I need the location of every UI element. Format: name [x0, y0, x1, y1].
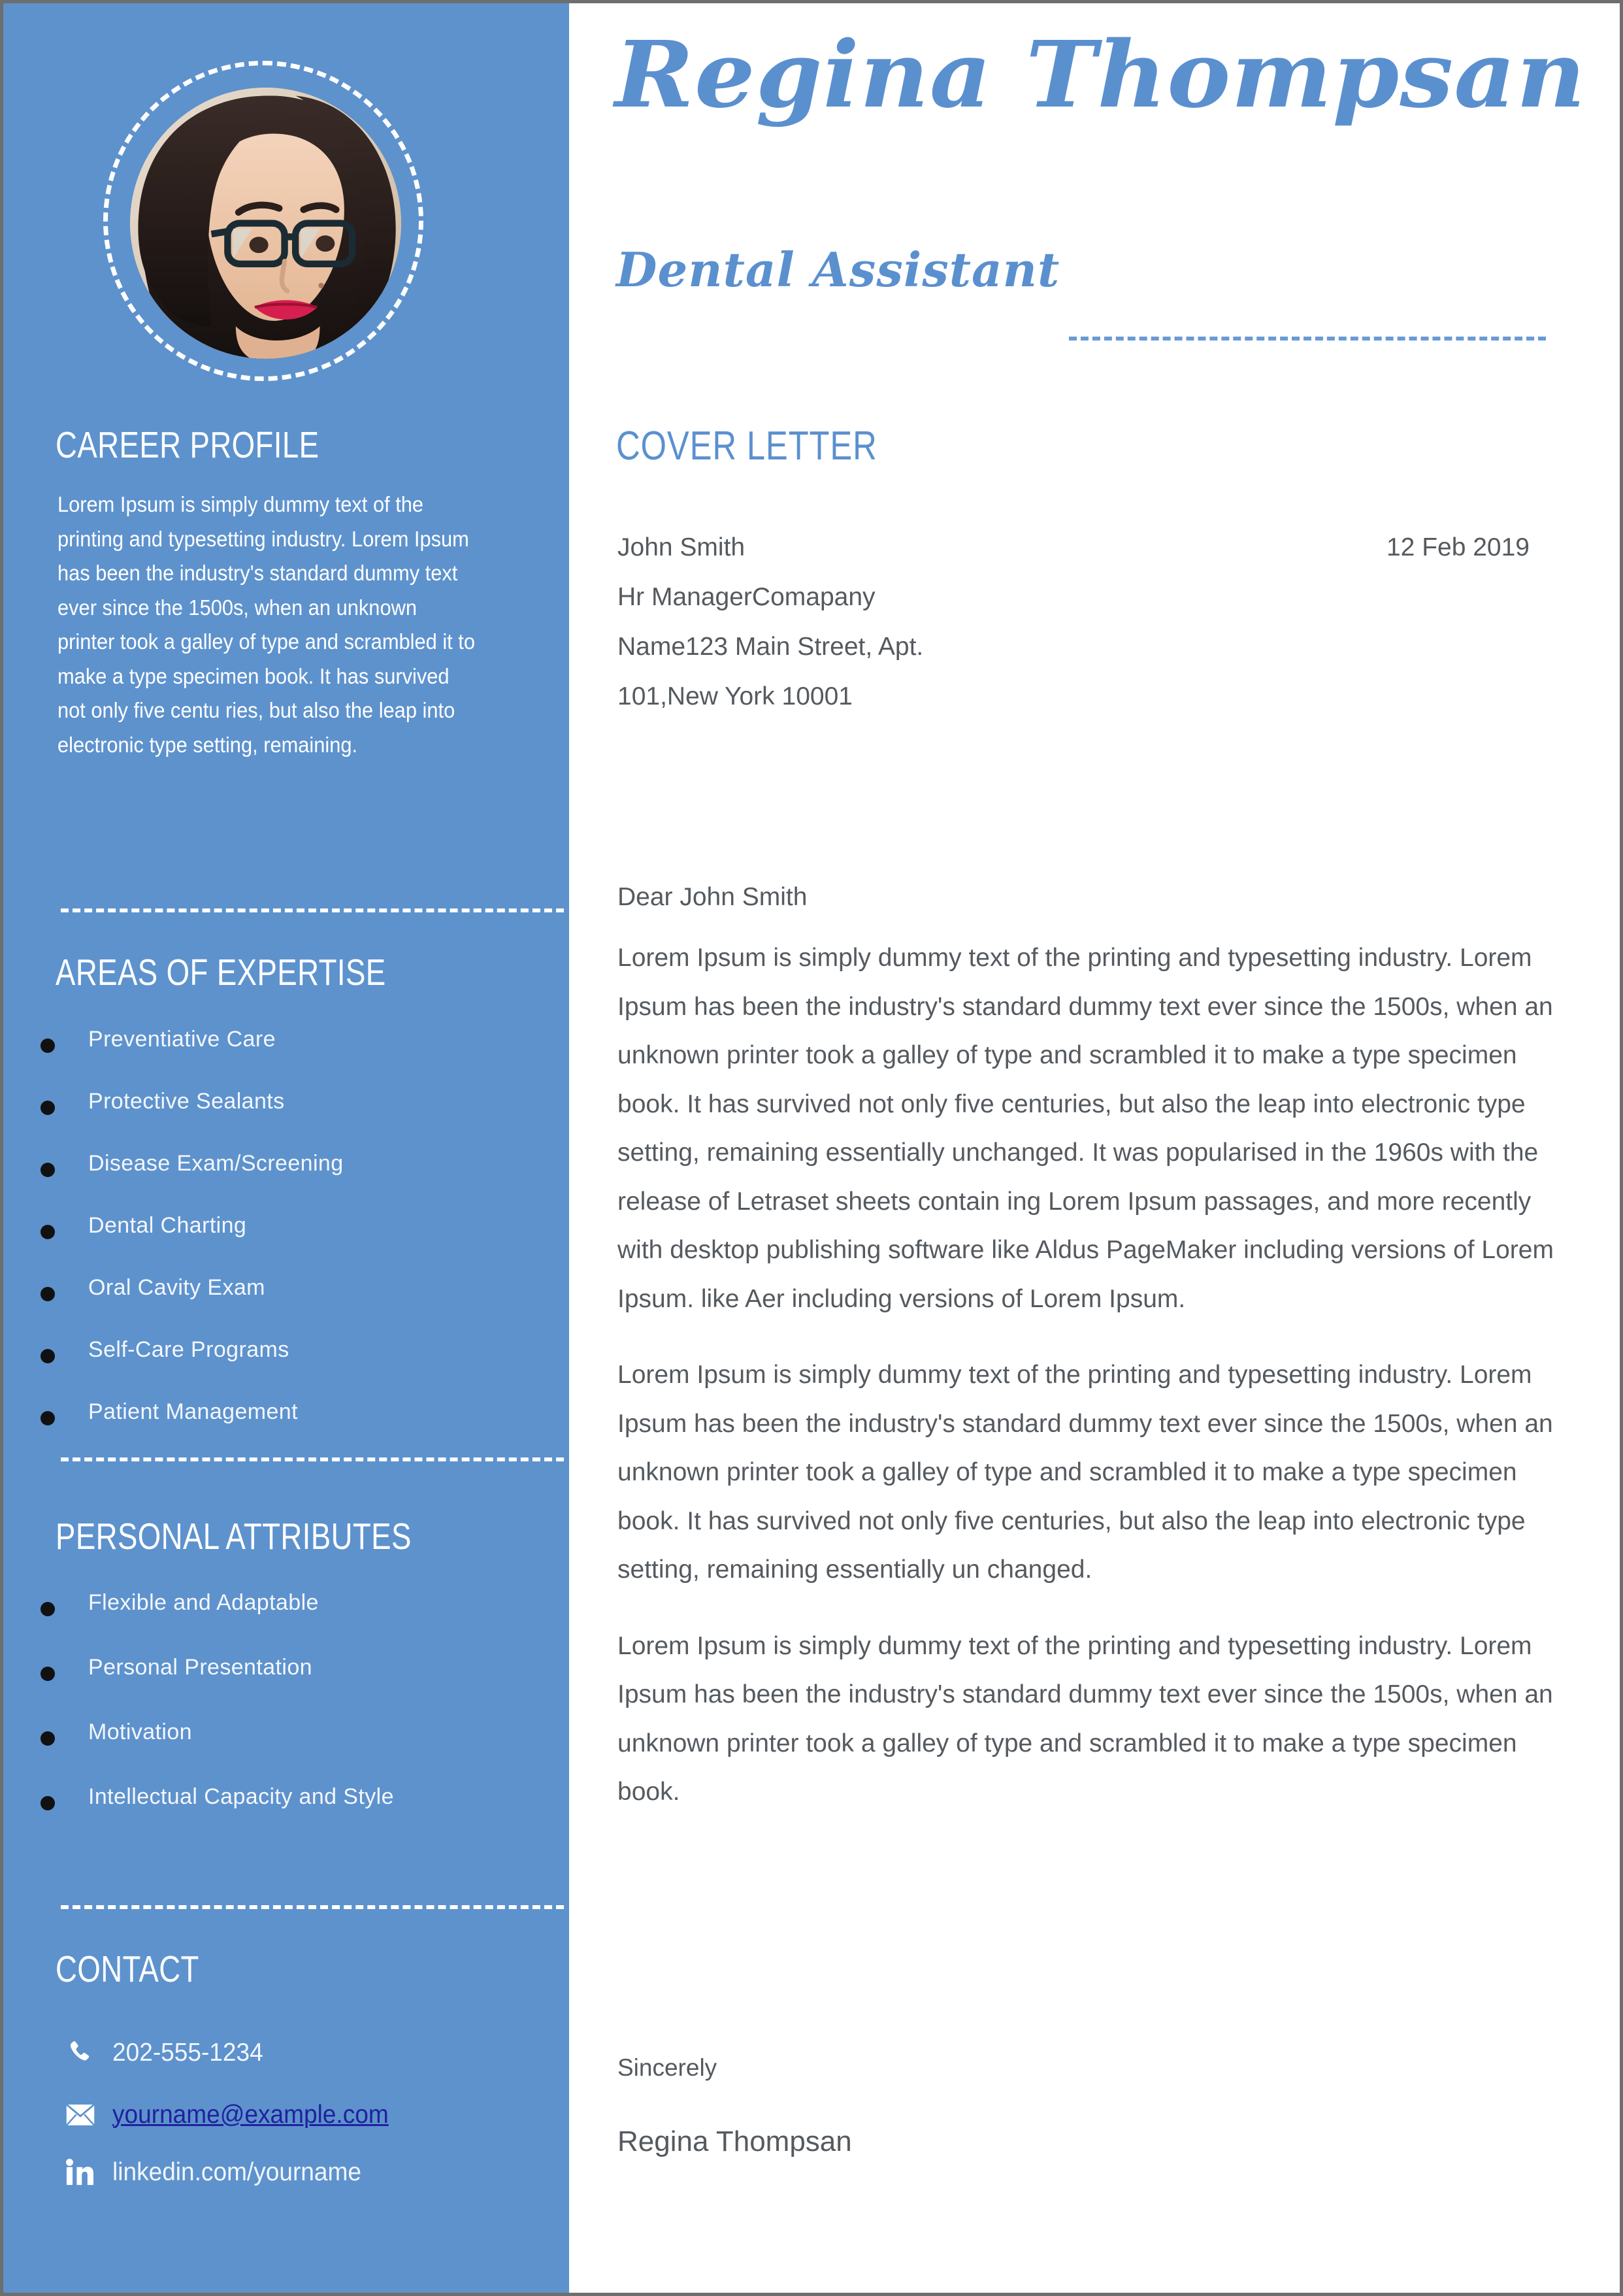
areas-of-expertise-list: Preventiative Care Protective Sealants Dis…	[3, 1020, 569, 1455]
job-title: Dental Assistant	[616, 242, 1060, 297]
profile-photo-illustration	[130, 88, 401, 359]
recipient-line: Hr ManagerComapany	[617, 583, 876, 611]
list-item: Flexible and Adaptable	[3, 1584, 569, 1648]
recipient-line: John Smith	[617, 533, 746, 561]
list-item-label: Motivation	[88, 1720, 192, 1744]
resume-cover-letter-page: CAREER PROFILE Lorem Ipsum is simply dum…	[0, 0, 1623, 2296]
list-item: Patient Management	[3, 1393, 569, 1455]
list-item: Self-Care Programs	[3, 1331, 569, 1393]
career-profile-heading: CAREER PROFILE	[56, 424, 320, 466]
sidebar: CAREER PROFILE Lorem Ipsum is simply dum…	[3, 3, 569, 2293]
recipient-line: Name123 Main Street, Apt.	[617, 633, 924, 661]
bullet-icon	[41, 1287, 55, 1301]
bullet-icon	[41, 1039, 55, 1053]
list-item-label: Personal Presentation	[88, 1655, 312, 1680]
career-profile-text: Lorem Ipsum is simply dummy text of the …	[57, 493, 476, 757]
areas-of-expertise-heading: AREAS OF EXPERTISE	[56, 952, 386, 993]
list-item-label: Self-Care Programs	[88, 1337, 289, 1362]
email-link[interactable]: yourname@example.com	[112, 2101, 389, 2129]
list-item-label: Preventiative Care	[88, 1027, 276, 1052]
list-item: Oral Cavity Exam	[3, 1269, 569, 1331]
divider-after-profile	[61, 908, 564, 912]
job-title-rule	[1069, 337, 1546, 341]
list-item-label: Flexible and Adaptable	[88, 1590, 319, 1615]
bullet-icon	[41, 1796, 55, 1810]
list-item-label: Patient Management	[88, 1399, 298, 1424]
bullet-icon	[41, 1602, 55, 1616]
list-item-label: Protective Sealants	[88, 1089, 285, 1114]
main-content: Regina Thompsan Dental Assistant COVER L…	[569, 3, 1620, 2293]
list-item: Personal Presentation	[3, 1648, 569, 1713]
linkedin-icon	[65, 2155, 99, 2189]
divider-after-attributes	[61, 1905, 564, 1909]
contact-heading: CONTACT	[56, 1948, 199, 1990]
letter-paragraph: Lorem Ipsum is simply dummy text of the …	[617, 1631, 1553, 1806]
list-item-label: Dental Charting	[88, 1213, 247, 1238]
page-title: Regina Thompsan	[615, 22, 1586, 129]
recipient-address: John Smith Hr ManagerComapany Name123 Main…	[617, 523, 923, 722]
envelope-icon	[65, 2098, 99, 2132]
recipient-line: 101,New York 10001	[617, 682, 853, 710]
bullet-icon	[41, 1411, 55, 1425]
list-item: Disease Exam/Screening	[3, 1144, 569, 1206]
divider-after-expertise	[61, 1457, 564, 1461]
list-item: Motivation	[3, 1713, 569, 1778]
bullet-icon	[41, 1731, 55, 1746]
linkedin-handle: linkedin.com/yourname	[112, 2158, 361, 2186]
bullet-icon	[41, 1225, 55, 1239]
bullet-icon	[41, 1163, 55, 1177]
list-item: Intellectual Capacity and Style	[3, 1778, 569, 1842]
list-item-label: Intellectual Capacity and Style	[88, 1784, 394, 1809]
list-item: Preventiative Care	[3, 1020, 569, 1082]
bullet-icon	[41, 1101, 55, 1115]
list-item-label: Oral Cavity Exam	[88, 1275, 265, 1300]
bullet-icon	[41, 1667, 55, 1681]
bullet-icon	[41, 1349, 55, 1363]
list-item-label: Disease Exam/Screening	[88, 1151, 344, 1176]
letter-paragraph: Lorem Ipsum is simply dummy text of the …	[617, 944, 1554, 1313]
phone-icon	[65, 2036, 99, 2070]
letter-date: 12 Feb 2019	[1386, 533, 1530, 561]
phone-number: 202-555-1234	[112, 2038, 263, 2067]
list-item: Dental Charting	[3, 1206, 569, 1269]
personal-attributes-list: Flexible and Adaptable Personal Presentat…	[3, 1584, 569, 1842]
list-item: Protective Sealants	[3, 1082, 569, 1144]
signoff: Sincerely	[617, 2054, 717, 2081]
letter-body: Lorem Ipsum is simply dummy text of the …	[617, 934, 1569, 1844]
section-title-cover-letter: COVER LETTER	[616, 424, 877, 469]
avatar-dashed-ring	[103, 61, 423, 381]
salutation: Dear John Smith	[617, 883, 808, 911]
letter-paragraph: Lorem Ipsum is simply dummy text of the …	[617, 1361, 1553, 1584]
signature-name: Regina Thompsan	[617, 2125, 852, 2157]
personal-attributes-heading: PERSONAL ATTRIBUTES	[56, 1516, 412, 1557]
avatar	[130, 88, 401, 359]
